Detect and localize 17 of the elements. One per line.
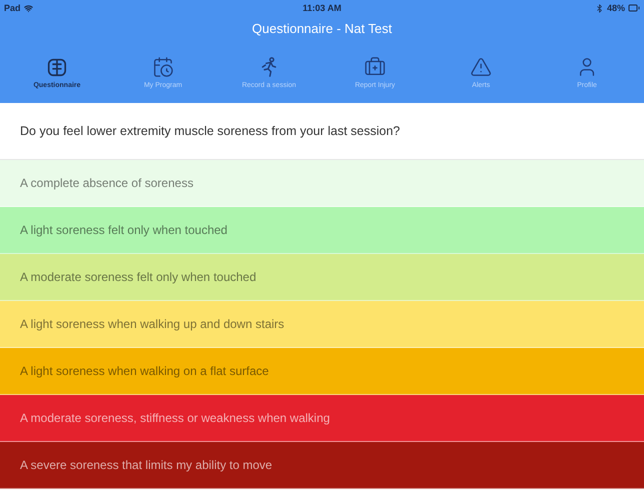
clock-time: 11:03 AM [302, 3, 342, 13]
wifi-icon [24, 4, 33, 12]
warning-icon [470, 56, 492, 78]
bluetooth-icon [594, 4, 604, 12]
battery-icon [628, 2, 640, 14]
answer-option[interactable]: A severe soreness that limits my ability to move [0, 442, 644, 489]
answer-option[interactable]: A light soreness when walking up and down stairs [0, 301, 644, 348]
medical-kit-icon [364, 56, 386, 78]
answer-option[interactable]: A moderate soreness felt only when touched [0, 254, 644, 301]
calendar-clock-icon [152, 56, 174, 78]
battery-percent: 48% [606, 3, 625, 13]
answer-option[interactable]: A complete absence of soreness [0, 160, 644, 207]
answer-option[interactable]: A light soreness when walking on a flat surface [0, 348, 644, 395]
device-name: Pad [4, 3, 21, 13]
window-title: Questionnaire - Nat Test [252, 21, 392, 36]
answer-option[interactable]: A light soreness felt only when touched [0, 207, 644, 254]
answer-option[interactable]: A moderate soreness, stiffness or weakness when walking [0, 395, 644, 442]
